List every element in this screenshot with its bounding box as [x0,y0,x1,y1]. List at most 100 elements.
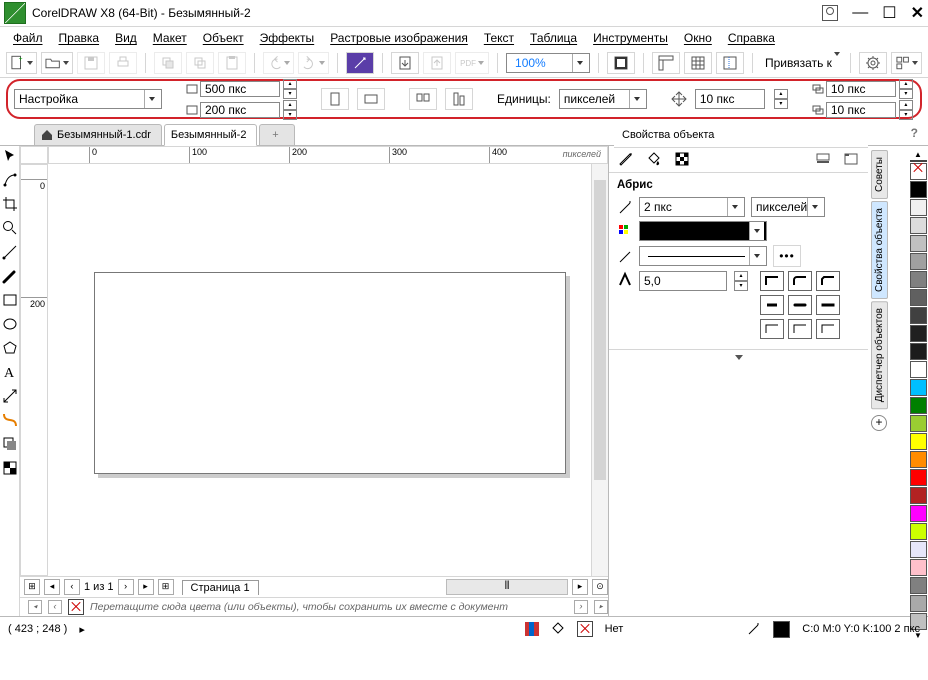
menu-tools[interactable]: Инструменты [586,29,675,47]
vtab-object-manager[interactable]: Диспетчер объектов [871,301,888,409]
dup-x-spinner[interactable]: ▴▾ [899,79,913,99]
menu-object[interactable]: Объект [196,29,251,47]
tab-mode-button[interactable] [840,148,862,170]
no-color-swatch[interactable] [68,599,84,615]
save-button[interactable] [77,52,105,74]
portrait-button[interactable] [321,88,349,110]
add-page-button[interactable]: ⊞ [24,579,40,595]
nudge-field[interactable]: 10 пкс [695,89,765,109]
user-icon[interactable] [822,5,838,21]
page-width-field[interactable]: 500 пкс [200,81,280,97]
text-tool[interactable]: A [2,364,18,380]
color-swatch[interactable] [910,379,927,396]
color-swatch[interactable] [910,523,927,540]
color-swatch[interactable] [910,487,927,504]
vertical-ruler[interactable]: 0 200 [20,164,48,576]
snap-to-menu[interactable]: Привязать к [761,56,842,70]
page-height-field[interactable]: 200 пкс [200,102,280,118]
prev-page-button[interactable]: ‹ [64,579,80,595]
miter-spinner[interactable]: ▴▾ [734,271,748,291]
menu-text[interactable]: Текст [477,29,521,47]
menu-table[interactable]: Таблица [523,29,584,47]
color-swatch[interactable] [910,181,927,198]
cut-button[interactable] [154,52,182,74]
landscape-button[interactable] [357,88,385,110]
color-swatch[interactable] [910,307,927,324]
drawing-canvas[interactable] [48,164,608,576]
cap-round[interactable] [788,295,812,315]
options-button[interactable] [859,52,887,74]
launcher-button[interactable] [891,52,922,74]
cap-flat[interactable] [760,295,784,315]
color-swatch[interactable] [910,469,927,486]
menu-edit[interactable]: Правка [52,29,107,47]
transparency-tool[interactable] [2,460,18,476]
fill-swatch-icon[interactable] [525,622,539,636]
minimize-button[interactable]: — [852,4,868,22]
palette-up[interactable]: ▲ [914,150,922,159]
dup-y-field[interactable]: 10 пкс [826,102,896,118]
search-content-button[interactable] [346,52,374,74]
color-swatch[interactable] [910,271,927,288]
tab-doc-1[interactable]: Безымянный-1.cdr [34,124,162,145]
show-guides-button[interactable] [716,52,744,74]
zoom-tool[interactable] [2,220,18,236]
open-button[interactable] [41,52,72,74]
corner-round[interactable] [788,271,812,291]
navigator-button[interactable]: ⊙ [592,579,608,595]
paste-button[interactable] [218,52,246,74]
pos-center[interactable] [788,319,812,339]
scroll-mode-button[interactable] [812,148,834,170]
tab-doc-2[interactable]: Безымянный-2 [164,124,258,146]
freehand-tool[interactable] [2,244,18,260]
pos-outside[interactable] [760,319,784,339]
close-button[interactable]: ✕ [911,3,924,23]
pos-inside[interactable] [816,319,840,339]
transparency-tab[interactable] [671,148,693,170]
fill-tab[interactable] [643,148,665,170]
color-swatch[interactable] [910,541,927,558]
color-swatch[interactable] [910,217,927,234]
artistic-media-tool[interactable] [2,268,18,284]
horizontal-scrollbar[interactable]: ⦀ [446,579,568,595]
dup-x-field[interactable]: 10 пкс [826,81,896,97]
palette-last[interactable]: ▸ [594,600,608,614]
zoom-combo[interactable]: 100% [506,53,590,73]
palette-first[interactable]: ◂ [28,600,42,614]
add-page-after-button[interactable]: ⊞ [158,579,174,595]
parallel-dim-tool[interactable] [2,388,18,404]
color-swatch[interactable] [910,433,927,450]
color-swatch[interactable] [910,343,927,360]
new-button[interactable]: + [6,52,37,74]
menu-help[interactable]: Справка [721,29,782,47]
menu-effects[interactable]: Эффекты [253,29,322,47]
ellipse-tool[interactable] [2,316,18,332]
color-swatch[interactable] [910,595,927,612]
corner-bevel[interactable] [816,271,840,291]
import-button[interactable] [391,52,419,74]
menu-bitmaps[interactable]: Растровые изображения [323,29,475,47]
outline-tab[interactable] [615,148,637,170]
status-next-icon[interactable]: ▸ [79,623,85,636]
menu-layout[interactable]: Макет [146,29,194,47]
cap-square[interactable] [816,295,840,315]
horizontal-ruler[interactable]: 0 100 200 300 400 пикселей [48,146,608,164]
next-page-button[interactable]: › [118,579,134,595]
maximize-button[interactable]: ☐ [882,3,896,23]
crop-tool[interactable] [2,196,18,212]
first-page-button[interactable]: ◂ [44,579,60,595]
show-rulers-button[interactable] [652,52,680,74]
outline-unit-combo[interactable]: пикселей [751,197,825,217]
corner-miter[interactable] [760,271,784,291]
color-swatch[interactable] [910,289,927,306]
show-grid-button[interactable] [684,52,712,74]
nudge-spinner[interactable]: ▴▾ [774,89,788,109]
page-width-spinner[interactable]: ▴▾ [283,79,297,99]
pick-tool[interactable] [2,148,18,164]
ruler-origin[interactable] [20,146,48,164]
color-swatch[interactable] [910,505,927,522]
color-swatch[interactable] [910,415,927,432]
color-swatch[interactable] [910,361,927,378]
color-swatch[interactable] [910,451,927,468]
color-swatch[interactable] [910,235,927,252]
